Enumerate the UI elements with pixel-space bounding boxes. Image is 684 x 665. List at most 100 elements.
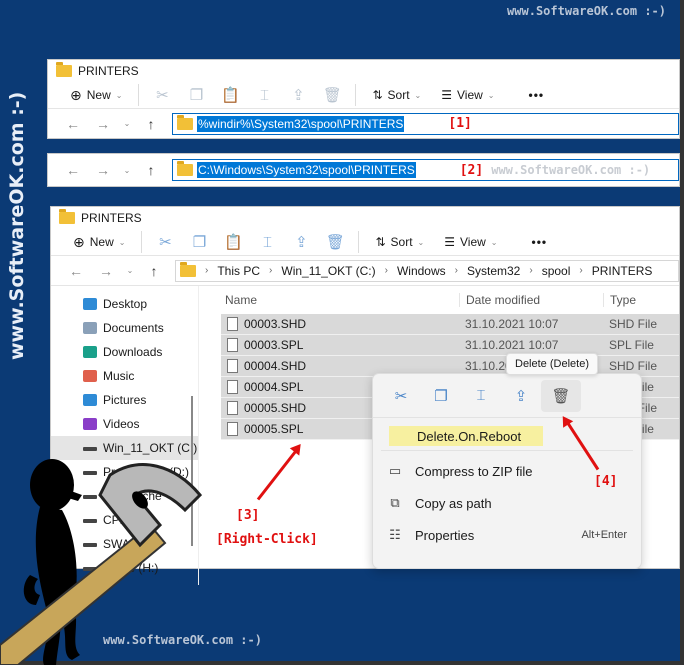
chevron-down-icon: ⌄ <box>118 237 126 247</box>
copy-icon[interactable]: ❐ <box>182 230 216 254</box>
chevron-down-icon: ⌄ <box>115 90 123 100</box>
address-text[interactable]: C:\Windows\System32\spool\PRINTERS <box>197 162 416 178</box>
file-type: SHD File <box>609 359 658 373</box>
back-arrow-icon[interactable]: ← <box>61 263 91 279</box>
drive-icon <box>83 447 97 451</box>
breadcrumb-separator-icon[interactable]: › <box>385 265 388 276</box>
sort-button[interactable]: ⇅ Sort ⌄ <box>362 83 431 107</box>
explorer-window-2: ← → ⌄ ↑ C:\Windows\System32\spool\PRINTE… <box>47 153 680 187</box>
breadcrumb-separator-icon[interactable]: › <box>205 265 208 276</box>
folder-icon <box>177 161 193 176</box>
breadcrumb-item[interactable]: spool <box>542 264 571 278</box>
plus-circle-icon: ⊕ <box>70 86 82 103</box>
explorer-window-1: PRINTERS ⊕ New ⌄ ✂ ❐ 📋 ⌶ ⇪ 🗑 ⇅ Sort ⌄ ☰ <box>47 59 680 139</box>
command-bar: ⊕ New ⌄ ✂ ❐ 📋 ⌶ ⇪ 🗑 ⇅ Sort ⌄ ☰ View ⌄ ••… <box>48 82 679 108</box>
copy-icon[interactable]: ❐ <box>421 380 461 412</box>
breadcrumb-separator-icon[interactable]: › <box>529 265 532 276</box>
file-icon <box>227 422 238 436</box>
up-arrow-icon[interactable]: ↑ <box>136 116 166 132</box>
share-icon[interactable]: ⇪ <box>281 83 315 107</box>
context-menu-item-label: Compress to ZIP file <box>415 463 533 479</box>
copy-icon[interactable]: ❐ <box>179 83 213 107</box>
delete-icon[interactable]: 🗑 <box>318 230 352 254</box>
new-button[interactable]: ⊕ New ⌄ <box>63 230 135 254</box>
rename-icon[interactable]: ⌶ <box>461 380 501 412</box>
up-arrow-icon[interactable]: ↑ <box>136 162 166 178</box>
cut-icon[interactable]: ✂ <box>381 380 421 412</box>
breadcrumb-item[interactable]: This PC <box>217 264 260 278</box>
breadcrumb-separator-icon[interactable]: › <box>455 265 458 276</box>
command-bar: ⊕ New ⌄ ✂ ❐ 📋 ⌶ ⇪ 🗑 ⇅ Sort ⌄ ☰ View ⌄ ••… <box>51 229 679 255</box>
share-icon[interactable]: ⇪ <box>284 230 318 254</box>
cut-icon[interactable]: ✂ <box>145 83 179 107</box>
cut-icon[interactable]: ✂ <box>148 230 182 254</box>
view-icon: ☰ <box>441 88 452 102</box>
delete-on-reboot-item[interactable]: Delete.On.Reboot <box>389 426 543 446</box>
sidebar-item[interactable]: Videos <box>51 412 198 436</box>
address-text[interactable]: %windir%\System32\spool\PRINTERS <box>197 115 405 132</box>
view-button[interactable]: ☰ View ⌄ <box>431 83 504 107</box>
rename-icon[interactable]: ⌶ <box>250 230 284 254</box>
more-button[interactable]: ••• <box>522 230 558 254</box>
forward-arrow-icon[interactable]: → <box>88 162 118 178</box>
recent-chevron-icon[interactable]: ⌄ <box>118 119 136 128</box>
forward-arrow-icon[interactable]: → <box>91 263 121 279</box>
sort-icon: ⇅ <box>375 235 386 249</box>
breadcrumb-item[interactable]: System32 <box>467 264 520 278</box>
chevron-down-icon: ⌄ <box>487 90 495 100</box>
up-arrow-icon[interactable]: ↑ <box>139 263 169 279</box>
context-menu-icon-bar: ✂ ❐ ⌶ ⇪ 🗑 <box>373 374 641 418</box>
file-row[interactable]: 00003.SPL 31.10.2021 10:07 SPL File <box>221 335 679 356</box>
breadcrumb-item[interactable]: Win_11_OKT (C:) <box>281 264 375 278</box>
file-icon <box>227 317 238 331</box>
paste-icon[interactable]: 📋 <box>213 83 247 107</box>
sidebar-item[interactable]: Documents <box>51 316 198 340</box>
watermark-side: www.SoftwareOK.com :-) <box>6 91 28 360</box>
back-arrow-icon[interactable]: ← <box>58 116 88 132</box>
file-row[interactable]: 00003.SHD 31.10.2021 10:07 SHD File <box>221 314 679 335</box>
file-name-cell: 00003.SHD <box>221 317 459 331</box>
folder-icon <box>177 114 193 130</box>
column-name[interactable]: Name <box>199 293 459 307</box>
toolbar-divider <box>141 231 143 253</box>
sidebar-item[interactable]: Desktop <box>51 292 198 316</box>
more-button[interactable]: ••• <box>519 83 555 107</box>
annotation-tag-4: [4] <box>594 474 618 489</box>
plus-circle-icon: ⊕ <box>73 233 85 250</box>
sidebar-item[interactable]: Music <box>51 364 198 388</box>
delete-icon[interactable]: 🗑 <box>315 83 349 107</box>
sidebar-item[interactable]: Downloads <box>51 340 198 364</box>
window-title: PRINTERS <box>48 60 679 82</box>
file-icon <box>227 380 238 394</box>
navigation-row: ← → ⌄ ↑ C:\Windows\System32\spool\PRINTE… <box>48 154 679 186</box>
recent-chevron-icon[interactable]: ⌄ <box>118 166 136 175</box>
paste-icon[interactable]: 📋 <box>216 230 250 254</box>
back-arrow-icon[interactable]: ← <box>58 162 88 178</box>
breadcrumb[interactable]: › This PC › Win_11_OKT (C:) › Windows › System3… <box>175 259 679 282</box>
breadcrumb-separator-icon[interactable]: › <box>269 265 272 276</box>
sort-label: Sort <box>387 88 410 102</box>
context-menu-item[interactable]: ☷ Properties Alt+Enter <box>373 519 641 551</box>
file-date: 31.10.2021 10:07 <box>465 338 559 352</box>
column-date-modified[interactable]: Date modified <box>459 293 603 307</box>
view-label: View <box>460 235 486 249</box>
sidebar-item[interactable]: Pictures <box>51 388 198 412</box>
breadcrumb-separator-icon[interactable]: › <box>579 265 582 276</box>
new-button[interactable]: ⊕ New ⌄ <box>60 83 132 107</box>
delete-icon[interactable]: 🗑 <box>541 379 581 412</box>
view-label: View <box>457 88 483 102</box>
address-bar[interactable]: %windir%\System32\spool\PRINTERS [1] <box>172 112 679 135</box>
context-menu-item[interactable]: ⧉ Copy as path <box>373 487 641 519</box>
rename-icon[interactable]: ⌶ <box>247 83 281 107</box>
file-type: SPL File <box>609 338 654 352</box>
context-menu-item-label: Properties <box>415 527 475 543</box>
forward-arrow-icon[interactable]: → <box>88 116 118 132</box>
view-button[interactable]: ☰ View ⌄ <box>434 230 507 254</box>
breadcrumb-item[interactable]: Windows <box>397 264 446 278</box>
share-icon[interactable]: ⇪ <box>501 380 541 412</box>
recent-chevron-icon[interactable]: ⌄ <box>121 266 139 275</box>
address-bar[interactable]: C:\Windows\System32\spool\PRINTERS [2] w… <box>172 159 679 181</box>
breadcrumb-item[interactable]: PRINTERS <box>592 264 653 278</box>
column-type[interactable]: Type <box>603 293 636 307</box>
sort-button[interactable]: ⇅ Sort ⌄ <box>365 230 434 254</box>
